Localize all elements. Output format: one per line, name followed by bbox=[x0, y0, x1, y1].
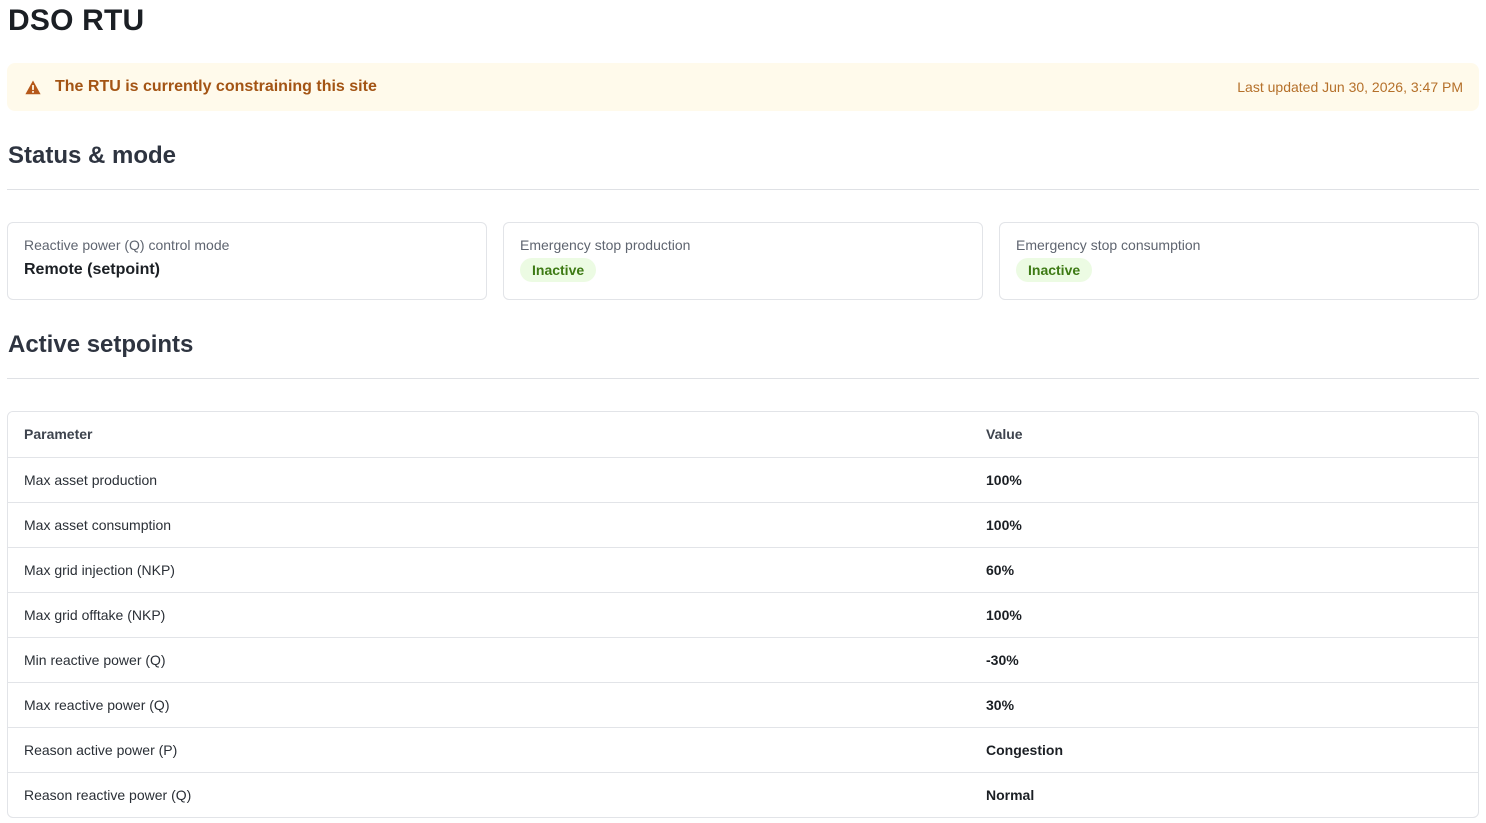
emergency-stop-production-badge: Inactive bbox=[520, 258, 597, 282]
emergency-stop-consumption-card: Emergency stop consumption Inactive bbox=[999, 222, 1479, 300]
emergency-stop-consumption-label: Emergency stop consumption bbox=[1016, 237, 1201, 253]
setpoints-section-divider bbox=[7, 378, 1479, 379]
row-value: 100% bbox=[970, 592, 1478, 638]
page-title: DSO RTU bbox=[8, 4, 145, 37]
row-parameter: Max asset consumption bbox=[8, 502, 970, 548]
constraint-alert: The RTU is currently constraining this s… bbox=[7, 63, 1479, 111]
table-row: Max asset production 100% bbox=[8, 457, 1478, 503]
table-row: Max grid injection (NKP) 60% bbox=[8, 547, 1478, 593]
row-parameter: Max asset production bbox=[8, 457, 970, 503]
table-row: Max asset consumption 100% bbox=[8, 502, 1478, 548]
row-parameter: Max reactive power (Q) bbox=[8, 682, 970, 728]
row-value: 60% bbox=[970, 547, 1478, 593]
dso-rtu-page: DSO RTU The RTU is currently constrainin… bbox=[0, 0, 1486, 823]
q-control-mode-value: Remote (setpoint) bbox=[24, 261, 160, 278]
q-control-mode-card: Reactive power (Q) control mode Remote (… bbox=[7, 222, 487, 300]
row-parameter: Max grid injection (NKP) bbox=[8, 547, 970, 593]
status-cards: Reactive power (Q) control mode Remote (… bbox=[7, 222, 1479, 300]
row-value: 100% bbox=[970, 502, 1478, 548]
table-row: Max grid offtake (NKP) 100% bbox=[8, 592, 1478, 638]
emergency-stop-consumption-badge: Inactive bbox=[1016, 258, 1093, 282]
warning-icon bbox=[25, 80, 41, 95]
last-updated-timestamp: Last updated Jun 30, 2026, 3:47 PM bbox=[1237, 79, 1463, 95]
table-row: Reason reactive power (Q) Normal bbox=[8, 772, 1478, 817]
status-section-title: Status & mode bbox=[8, 142, 177, 169]
row-value: 30% bbox=[970, 682, 1478, 728]
alert-message: The RTU is currently constraining this s… bbox=[55, 78, 377, 95]
row-parameter: Max grid offtake (NKP) bbox=[8, 592, 970, 638]
setpoints-table: Parameter Value Max asset production 100… bbox=[7, 411, 1479, 818]
table-header-row: Parameter Value bbox=[8, 412, 1478, 458]
row-value: Congestion bbox=[970, 727, 1478, 773]
table-row: Max reactive power (Q) 30% bbox=[8, 682, 1478, 728]
row-parameter: Min reactive power (Q) bbox=[8, 637, 970, 683]
row-value: Normal bbox=[986, 786, 1035, 803]
row-parameter: Reason active power (P) bbox=[8, 727, 970, 773]
column-header-parameter: Parameter bbox=[8, 412, 970, 458]
alert-message-group: The RTU is currently constraining this s… bbox=[25, 78, 377, 96]
emergency-stop-production-card: Emergency stop production Inactive bbox=[503, 222, 983, 300]
row-value: 100% bbox=[970, 457, 1478, 503]
setpoints-section-title: Active setpoints bbox=[8, 331, 194, 358]
status-section-divider bbox=[7, 189, 1479, 190]
row-parameter: Reason reactive power (Q) bbox=[24, 786, 192, 803]
column-header-value: Value bbox=[970, 412, 1478, 458]
table-row: Reason active power (P) Congestion bbox=[8, 727, 1478, 773]
q-control-mode-label: Reactive power (Q) control mode bbox=[24, 237, 230, 253]
emergency-stop-production-label: Emergency stop production bbox=[520, 237, 691, 253]
row-value: -30% bbox=[970, 637, 1478, 683]
table-row: Min reactive power (Q) -30% bbox=[8, 637, 1478, 683]
